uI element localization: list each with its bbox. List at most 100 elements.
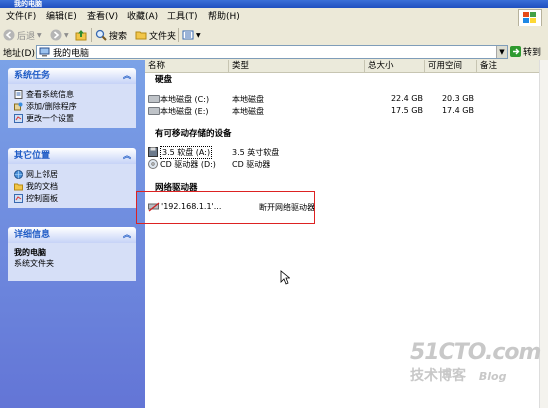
place-label: 我的文档 — [26, 181, 58, 191]
watermark-line2: 技术博客 — [410, 368, 466, 384]
search-label: 搜索 — [109, 31, 128, 42]
task-view-system-info[interactable]: 查看系统信息 — [14, 88, 130, 100]
details-header[interactable]: 详细信息 ︽ — [8, 227, 136, 243]
my-documents-icon — [14, 183, 23, 190]
group-removable: 有可移动存储的设备 — [155, 129, 232, 139]
control-panel-icon — [14, 113, 23, 123]
address-value: 我的电脑 — [53, 48, 90, 59]
watermark-line1: 51CTO.com — [410, 340, 541, 365]
search-icon — [95, 29, 107, 41]
address-dropdown-button[interactable]: ▼ — [496, 46, 507, 58]
title-bar: 我的电脑 — [0, 0, 548, 8]
system-tasks-body: 查看系统信息 添加/删除程序 更改一个设置 — [8, 84, 136, 128]
back-label: 后退 — [17, 31, 36, 42]
menu-file[interactable]: 文件(F) — [6, 11, 36, 23]
drive-free: 17.4 GB — [441, 106, 474, 115]
chevron-down-icon: ▼ — [37, 31, 42, 39]
go-button[interactable]: 转到 — [510, 45, 541, 58]
task-pane: 系统任务 ︽ 查看系统信息 添加/删除程序 更改一个设置 其它位置 ︽ 网上邻居… — [0, 60, 145, 408]
views-icon — [182, 30, 194, 40]
toolbar: 后退 ▼ ▼ 搜索 文件夹 ▼ — [0, 26, 548, 45]
address-input[interactable]: 我的电脑 ▼ — [36, 45, 508, 59]
system-info-icon — [14, 89, 23, 99]
removable-row[interactable]: 3.5 软盘 (A:) 3.5 英寸软盘 — [145, 146, 540, 159]
drive-row[interactable]: 本地磁盘 (E:) 本地磁盘 17.5 GB 17.4 GB — [145, 105, 540, 117]
details-type: 系统文件夹 — [14, 259, 54, 268]
other-places-panel: 其它位置 ︽ 网上邻居 我的文档 控制面板 — [8, 148, 136, 208]
task-change-setting[interactable]: 更改一个设置 — [14, 112, 130, 124]
other-places-body: 网上邻居 我的文档 控制面板 — [8, 164, 136, 208]
group-hard-disks: 硬盘 — [155, 75, 173, 85]
drive-type: 3.5 英寸软盘 — [232, 148, 280, 157]
folders-icon — [135, 31, 147, 40]
go-label: 转到 — [523, 48, 542, 58]
column-type[interactable]: 类型 — [229, 60, 365, 72]
place-my-documents[interactable]: 我的文档 — [14, 180, 130, 192]
column-header-row: 名称 类型 总大小 可用空间 备注 — [145, 60, 540, 73]
system-tasks-panel: 系统任务 ︽ 查看系统信息 添加/删除程序 更改一个设置 — [8, 68, 136, 128]
menu-tools[interactable]: 工具(T) — [167, 11, 198, 23]
folders-label: 文件夹 — [149, 31, 177, 42]
search-button[interactable]: 搜索 — [95, 28, 127, 42]
control-panel-icon — [14, 193, 23, 203]
views-button[interactable]: ▼ — [182, 28, 201, 42]
drive-type: 本地磁盘 — [232, 95, 264, 104]
add-remove-programs-icon — [14, 102, 23, 110]
drive-name: 本地磁盘 (C:) — [160, 95, 210, 104]
up-folder-icon — [75, 30, 87, 41]
menu-edit[interactable]: 编辑(E) — [46, 11, 77, 23]
site-watermark: 51CTO.com 技术博客 Blog — [410, 340, 541, 385]
place-label: 网上邻居 — [26, 169, 58, 179]
cd-drive-icon — [148, 159, 158, 171]
forward-button[interactable]: ▼ — [50, 28, 69, 42]
chevron-down-icon: ▼ — [499, 48, 505, 56]
forward-arrow-icon — [50, 29, 62, 41]
toolbar-separator — [178, 28, 179, 42]
drive-free: 20.3 GB — [441, 94, 474, 103]
task-label: 查看系统信息 — [26, 89, 74, 99]
other-places-header[interactable]: 其它位置 ︽ — [8, 148, 136, 164]
other-places-title: 其它位置 — [14, 151, 51, 161]
collapse-chevron-icon[interactable]: ︽ — [123, 148, 131, 164]
column-total-size[interactable]: 总大小 — [365, 60, 425, 72]
system-tasks-title: 系统任务 — [14, 71, 51, 81]
place-network-neighborhood[interactable]: 网上邻居 — [14, 168, 130, 180]
task-label: 更改一个设置 — [26, 113, 74, 123]
details-body: 我的电脑 系统文件夹 — [8, 243, 136, 281]
place-label: 控制面板 — [26, 193, 58, 203]
column-free-space[interactable]: 可用空间 — [425, 60, 477, 72]
details-name: 我的电脑 — [14, 248, 46, 257]
place-control-panel[interactable]: 控制面板 — [14, 192, 130, 204]
drive-type: CD 驱动器 — [232, 160, 271, 169]
address-bar: 地址(D) 我的电脑 ▼ 转到 — [0, 44, 548, 61]
mouse-cursor-icon — [280, 270, 290, 285]
hard-disk-icon — [148, 94, 160, 103]
up-folder-button[interactable] — [75, 28, 87, 42]
task-add-remove-programs[interactable]: 添加/删除程序 — [14, 100, 130, 112]
removable-row[interactable]: CD 驱动器 (D:) CD 驱动器 — [145, 158, 540, 170]
my-computer-icon — [39, 47, 50, 57]
details-title: 详细信息 — [14, 230, 51, 240]
drive-total: 17.5 GB — [390, 106, 423, 115]
address-label: 地址(D) — [3, 49, 35, 59]
collapse-chevron-icon[interactable]: ︽ — [123, 227, 131, 243]
drive-name: 本地磁盘 (E:) — [160, 107, 209, 116]
drive-type: 本地磁盘 — [232, 107, 264, 116]
menu-favorites[interactable]: 收藏(A) — [127, 11, 158, 23]
back-button[interactable]: 后退 ▼ — [3, 28, 42, 42]
watermark-row: 技术博客 Blog — [410, 365, 540, 385]
collapse-chevron-icon[interactable]: ︽ — [123, 68, 131, 84]
chevron-down-icon: ▼ — [196, 31, 201, 39]
column-comments[interactable]: 备注 — [477, 60, 540, 72]
toolbar-separator — [91, 28, 92, 42]
menu-help[interactable]: 帮助(H) — [208, 11, 240, 23]
menu-view[interactable]: 查看(V) — [87, 11, 118, 23]
drive-total: 22.4 GB — [390, 94, 423, 103]
folders-button[interactable]: 文件夹 — [135, 28, 176, 42]
details-panel: 详细信息 ︽ 我的电脑 系统文件夹 — [8, 227, 136, 281]
chevron-down-icon: ▼ — [64, 31, 69, 39]
system-tasks-header[interactable]: 系统任务 ︽ — [8, 68, 136, 84]
column-name[interactable]: 名称 — [145, 60, 229, 72]
drive-row[interactable]: 本地磁盘 (C:) 本地磁盘 22.4 GB 20.3 GB — [145, 93, 540, 105]
watermark-line3: Blog — [478, 370, 507, 383]
